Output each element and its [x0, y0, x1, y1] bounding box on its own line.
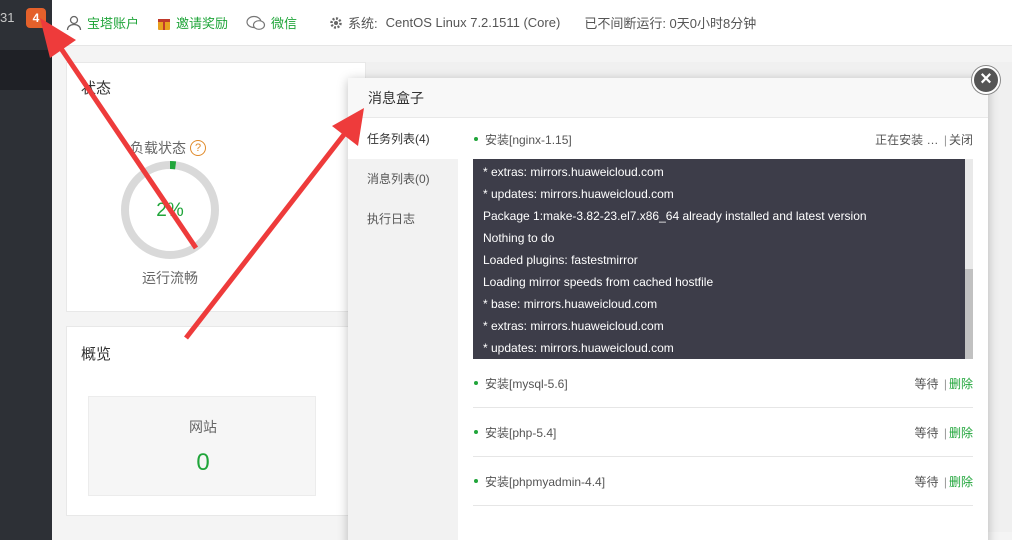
log-line: Loaded plugins: fastestmirror [483, 253, 638, 267]
site-count: 0 [196, 449, 210, 476]
status-dot-icon [474, 381, 478, 385]
log-line: * extras: mirrors.huaweicloud.com [483, 165, 664, 179]
uptime-info: 已不间断运行: 0天0小时8分钟 [584, 13, 756, 32]
message-box-modal: 消息盒子 任务列表(4) 消息列表(0) 执行日志 安装[nginx-1.15]… [348, 78, 988, 540]
task-list: 安装[nginx-1.15] 正在安装 … | 关闭 * extras: mirr… [473, 119, 973, 540]
tab-task-list[interactable]: 任务列表(4) [348, 119, 458, 159]
log-line: Package 1:make-3.82-23.el7.x86_64 alread… [483, 209, 867, 223]
task-status: 等待 [914, 425, 939, 440]
task-ops: 正在安装 … | 关闭 [875, 131, 973, 148]
wechat-link[interactable]: 微信 [246, 13, 297, 32]
load-state: 运行流畅 [142, 270, 198, 286]
modal-title: 消息盒子 [348, 78, 988, 118]
task-name: 安装[php-5.4] [485, 425, 557, 440]
invite-link[interactable]: 邀请奖励 [157, 13, 228, 32]
log-line: * updates: mirrors.huaweicloud.com [483, 187, 674, 201]
log-line: Loading mirror speeds from cached hostfi… [483, 275, 714, 289]
close-task-link[interactable]: 关闭 [949, 133, 973, 147]
wechat-label: 微信 [271, 16, 298, 31]
task-name: 安装[mysql-5.6] [485, 376, 568, 391]
sidebar-active-item[interactable] [0, 50, 52, 90]
task-status: 等待 [914, 474, 939, 489]
status-dot-icon [474, 479, 478, 483]
load-value: 2% [156, 200, 184, 221]
task-row: 安装[nginx-1.15] 正在安装 … | 关闭 [473, 119, 973, 159]
tab-message-list[interactable]: 消息列表(0) [348, 159, 458, 199]
uptime-text: 已不间断运行: 0天0小时8分钟 [584, 16, 757, 31]
status-dot-icon [474, 430, 478, 434]
task-row: 安装[phpmyadmin-4.4] 等待 | 删除 [473, 457, 973, 506]
site-stat-box[interactable]: 网站 0 [88, 396, 316, 496]
log-scrollbar-thumb[interactable] [965, 269, 973, 359]
task-row: 安装[mysql-5.6] 等待 | 删除 [473, 359, 973, 408]
system-label: 系统: [348, 16, 378, 31]
separator: | [943, 425, 947, 440]
account-label: 宝塔账户 [87, 16, 140, 31]
modal-tab-list: 任务列表(4) 消息列表(0) 执行日志 [348, 119, 458, 540]
system-value: CentOS Linux 7.2.1511 (Core) [385, 15, 561, 30]
status-dot-icon [474, 137, 478, 141]
separator: | [943, 132, 947, 147]
task-name: 安装[phpmyadmin-4.4] [485, 474, 606, 489]
help-icon[interactable]: ? [190, 140, 206, 156]
log-line: * extras: mirrors.huaweicloud.com [483, 319, 664, 333]
load-label-wrap: 负载状态 ? [130, 138, 206, 158]
overview-title: 概览 [81, 346, 112, 363]
gift-icon [158, 18, 171, 30]
tab-exec-log[interactable]: 执行日志 [348, 199, 458, 239]
task-ops: 等待 | 删除 [915, 424, 974, 441]
log-line: * base: mirrors.huaweicloud.com [483, 297, 658, 311]
modal-close-button[interactable]: × [972, 66, 1000, 94]
wechat-icon [246, 15, 266, 30]
task-status: 正在安装 … [875, 132, 939, 147]
delete-task-link[interactable]: 删除 [949, 426, 973, 440]
delete-task-link[interactable]: 删除 [949, 475, 973, 489]
status-title: 状态 [81, 80, 112, 97]
gear-icon [330, 16, 342, 29]
version-fragment: 31 [0, 10, 15, 25]
log-line: Nothing to do [483, 231, 555, 245]
separator: | [943, 376, 947, 391]
sidebar: 31 4 [0, 0, 52, 540]
install-log[interactable]: * extras: mirrors.huaweicloud.com * upda… [473, 159, 973, 359]
task-status: 等待 [914, 376, 939, 391]
site-label: 网站 [189, 419, 217, 435]
message-badge[interactable]: 4 [26, 8, 46, 28]
user-icon [66, 15, 82, 30]
top-header: 宝塔账户 邀请奖励 微信 系统: CentOS Linux 7.2.1511 (… [52, 0, 1012, 46]
system-info: 系统: CentOS Linux 7.2.1511 (Core) [329, 13, 560, 32]
task-row: 安装[php-5.4] 等待 | 删除 [473, 408, 973, 457]
account-link[interactable]: 宝塔账户 [66, 13, 139, 32]
load-label: 负载状态 [130, 140, 186, 156]
invite-label: 邀请奖励 [176, 16, 229, 31]
log-line: * updates: mirrors.huaweicloud.com [483, 341, 674, 355]
task-name: 安装[nginx-1.15] [485, 132, 572, 147]
delete-task-link[interactable]: 删除 [949, 377, 973, 391]
separator: | [943, 474, 947, 489]
task-ops: 等待 | 删除 [915, 473, 974, 490]
task-ops: 等待 | 删除 [915, 375, 974, 392]
